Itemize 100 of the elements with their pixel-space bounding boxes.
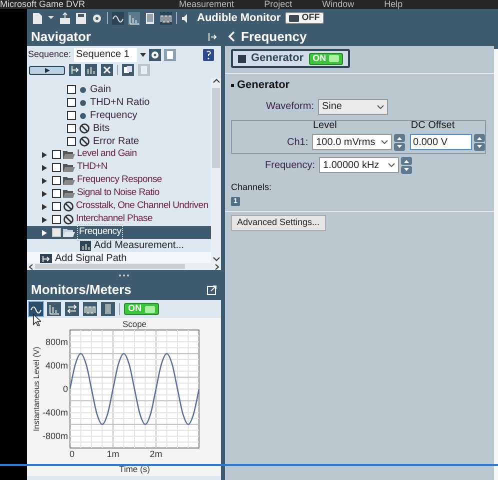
copy-icon[interactable] bbox=[122, 64, 134, 76]
tree-item[interactable]: Bits bbox=[93, 121, 110, 136]
collapsed-arrow-icon[interactable] bbox=[42, 178, 47, 184]
menu-item[interactable]: Window bbox=[322, 0, 354, 9]
monitor-tool-button[interactable] bbox=[83, 302, 97, 316]
tree-item-row[interactable]: Frequency bbox=[27, 226, 211, 239]
x-tick-label: 0 bbox=[70, 449, 74, 459]
folder-icon bbox=[63, 150, 75, 160]
folder-icon bbox=[63, 176, 75, 186]
tree-item[interactable]: Level and Gain bbox=[77, 147, 137, 162]
scroll-down-icon[interactable] bbox=[212, 257, 220, 262]
spinner-icon[interactable] bbox=[401, 156, 412, 174]
scrollbar-thumb[interactable] bbox=[35, 264, 185, 269]
audible-monitor-label: Audible Monitor bbox=[197, 10, 281, 26]
delete-icon[interactable] bbox=[101, 64, 113, 76]
spinner-icon[interactable] bbox=[394, 134, 406, 150]
checkbox[interactable] bbox=[52, 202, 61, 211]
dot-icon bbox=[79, 98, 87, 106]
meter-icon bbox=[102, 303, 114, 315]
generator-button[interactable]: Generator ON bbox=[231, 49, 350, 68]
checkbox[interactable] bbox=[67, 111, 76, 120]
audible-monitor-toggle[interactable]: OFF bbox=[284, 12, 324, 24]
menu-item[interactable]: Project bbox=[264, 0, 292, 9]
sequence-dropdown[interactable]: Sequence 1 bbox=[74, 48, 138, 62]
tree-item[interactable]: Frequency Response bbox=[77, 173, 162, 188]
panel-title: Frequency bbox=[241, 28, 307, 46]
chevron-down-icon bbox=[388, 163, 396, 167]
menu-item[interactable]: Help bbox=[384, 0, 403, 9]
collapsed-arrow-icon[interactable] bbox=[42, 216, 47, 222]
checkbox[interactable] bbox=[52, 176, 61, 185]
tree-item[interactable]: Crosstalk, One Channel Undriven bbox=[76, 199, 208, 214]
prohibited-icon bbox=[63, 201, 74, 212]
add-measurement-icon[interactable] bbox=[85, 64, 97, 76]
settings-icon[interactable] bbox=[149, 48, 162, 60]
chart-title: Scope bbox=[122, 319, 147, 329]
bar-chart-icon[interactable] bbox=[128, 12, 140, 24]
window-title: Microsoft Game DVR bbox=[0, 0, 86, 9]
dc-offset-field[interactable]: 0.000 V bbox=[410, 134, 472, 150]
checkbox[interactable] bbox=[52, 150, 61, 159]
tree-item[interactable]: Signal to Noise Ratio bbox=[77, 186, 160, 201]
advanced-settings-button[interactable]: Advanced Settings... bbox=[231, 215, 326, 231]
square-icon bbox=[238, 54, 246, 62]
tree-item[interactable]: THD+N Ratio bbox=[90, 95, 150, 110]
spinner-icon[interactable] bbox=[474, 134, 485, 150]
add-signal-icon[interactable] bbox=[69, 64, 81, 76]
scroll-left-icon[interactable] bbox=[29, 264, 33, 270]
prohibited-icon bbox=[79, 123, 90, 134]
field-label: Frequency: bbox=[265, 158, 316, 172]
checkbox[interactable] bbox=[67, 98, 76, 107]
waveform-dropdown[interactable]: Sine bbox=[318, 98, 388, 114]
checkbox[interactable] bbox=[52, 215, 61, 224]
menu-item[interactable]: Measurement bbox=[179, 0, 234, 9]
pulse-icon[interactable] bbox=[160, 12, 172, 24]
bar-chart-icon bbox=[48, 303, 60, 315]
x-axis-title: Time (s) bbox=[119, 464, 150, 474]
collapsed-arrow-icon[interactable] bbox=[42, 190, 47, 196]
level-dropdown[interactable]: 100.0 mVrms bbox=[312, 134, 392, 150]
meter-icon[interactable] bbox=[144, 12, 156, 24]
tree-item[interactable]: Frequency bbox=[90, 108, 138, 123]
collapsed-arrow-icon[interactable] bbox=[42, 152, 47, 158]
wave-icon[interactable] bbox=[112, 12, 124, 24]
checkbox[interactable] bbox=[52, 189, 61, 198]
swap-icon bbox=[66, 303, 78, 315]
run-button[interactable] bbox=[29, 66, 65, 74]
monitor-tool-button[interactable] bbox=[47, 302, 61, 316]
column-header: Level bbox=[313, 118, 337, 132]
collapsed-arrow-icon[interactable] bbox=[42, 230, 47, 236]
settings-icon[interactable] bbox=[91, 12, 103, 24]
sequence-label: Sequence: bbox=[28, 48, 72, 61]
pop-out-icon[interactable] bbox=[207, 285, 217, 295]
document-icon[interactable] bbox=[31, 12, 43, 24]
add-measurement-link[interactable]: Add Measurement... bbox=[94, 238, 184, 253]
splitter-grip-icon[interactable] bbox=[118, 274, 130, 276]
scroll-up-icon[interactable] bbox=[212, 78, 220, 83]
tree-item[interactable]: Error Rate bbox=[93, 134, 140, 149]
frequency-dropdown[interactable]: 1.00000 kHz bbox=[319, 157, 400, 173]
tree-item[interactable]: Gain bbox=[90, 82, 112, 97]
tree-item[interactable]: THD+N bbox=[77, 160, 108, 175]
prohibited-icon bbox=[63, 214, 74, 225]
upload-icon[interactable] bbox=[59, 12, 71, 24]
collapsed-arrow-icon[interactable] bbox=[42, 164, 47, 170]
save-icon[interactable] bbox=[75, 12, 87, 24]
caret-icon[interactable] bbox=[140, 52, 146, 56]
checkbox[interactable] bbox=[67, 137, 76, 146]
y-tick-label: -400m bbox=[42, 408, 68, 418]
back-icon[interactable] bbox=[228, 31, 235, 42]
monitor-tool-button[interactable] bbox=[29, 302, 43, 316]
collapsed-arrow-icon[interactable] bbox=[42, 204, 47, 210]
pin-icon[interactable] bbox=[208, 32, 217, 42]
panel-title: Monitors/Meters bbox=[31, 281, 132, 300]
monitor-tool-button[interactable] bbox=[65, 302, 79, 316]
monitor-tool-button[interactable] bbox=[101, 302, 115, 316]
y-axis-title: Instantaneous Level (V) bbox=[32, 346, 41, 432]
checkbox[interactable] bbox=[67, 124, 76, 133]
tree-item[interactable]: Interchannel Phase bbox=[76, 212, 152, 227]
scrollbar-thumb[interactable] bbox=[212, 88, 220, 168]
play-icon bbox=[44, 68, 50, 72]
scroll-right-icon[interactable] bbox=[215, 264, 219, 270]
checkbox[interactable] bbox=[67, 85, 76, 94]
checkbox[interactable] bbox=[52, 163, 61, 172]
